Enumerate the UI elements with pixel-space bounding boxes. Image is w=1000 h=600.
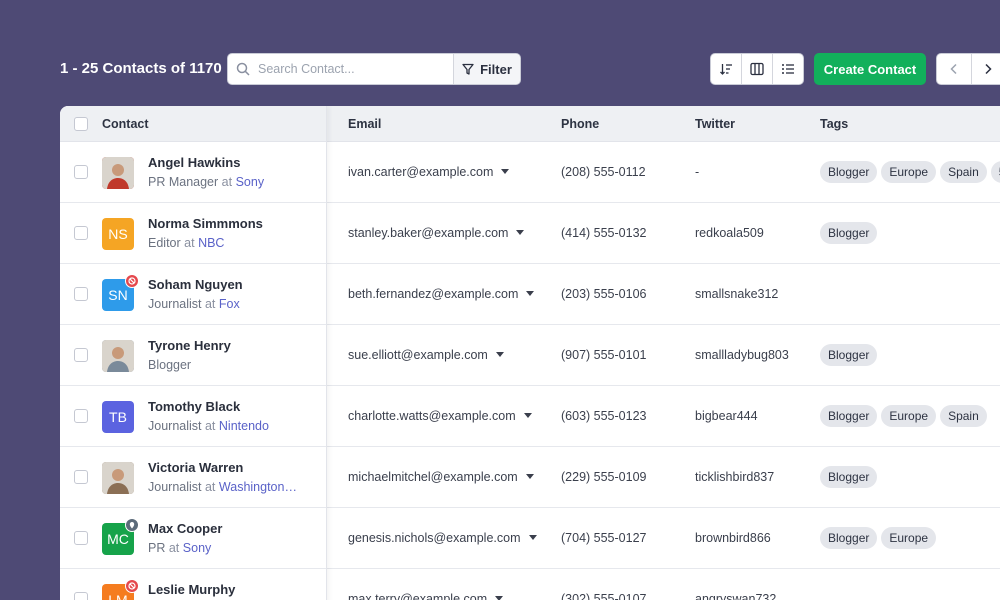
phone-cell: (229) 555-0109 [561, 470, 647, 484]
caret-down-icon[interactable] [528, 535, 537, 540]
contact-column-divider [60, 106, 327, 600]
search-icon [236, 62, 250, 76]
email-cell[interactable]: ivan.carter@example.com [348, 165, 510, 179]
phone-cell: (414) 555-0132 [561, 226, 647, 240]
twitter-cell: smallladybug803 [695, 348, 789, 362]
tags-cell: Blogger [820, 466, 878, 488]
chevron-left-icon [950, 63, 957, 75]
search-input[interactable]: Search Contact... [228, 54, 454, 84]
twitter-cell: bigbear444 [695, 409, 758, 423]
filter-icon [462, 63, 474, 75]
email-value: max.terry@example.com [348, 592, 488, 600]
search-group: Search Contact... Filter [227, 53, 521, 85]
column-header-tags[interactable]: Tags [820, 117, 848, 131]
phone-cell: (302) 555-0107 [561, 592, 647, 600]
caret-down-icon[interactable] [501, 169, 510, 174]
column-header-phone[interactable]: Phone [561, 117, 599, 131]
twitter-cell: - [695, 165, 700, 179]
tags-cell: Blogger [820, 222, 878, 244]
search-placeholder: Search Contact... [258, 62, 355, 76]
tags-cell: BloggerEuropeSpain5 [820, 161, 1000, 183]
contacts-count: 1 - 25 Contacts of 1170 [60, 60, 222, 77]
chevron-right-icon [985, 63, 992, 75]
phone-cell: (603) 555-0123 [561, 409, 647, 423]
email-cell[interactable]: max.terry@example.com [348, 592, 504, 600]
email-value: stanley.baker@example.com [348, 226, 509, 240]
email-value: ivan.carter@example.com [348, 165, 494, 179]
tag-chip[interactable]: 5 [990, 161, 1000, 183]
next-page-button[interactable] [972, 54, 1000, 84]
twitter-cell: angryswan732 [695, 592, 777, 600]
email-cell[interactable]: sue.elliott@example.com [348, 348, 504, 362]
email-value: sue.elliott@example.com [348, 348, 488, 362]
tag-chip[interactable]: Blogger [820, 344, 878, 366]
email-cell[interactable]: beth.fernandez@example.com [348, 287, 535, 301]
filter-button[interactable]: Filter [454, 54, 520, 84]
tag-chip[interactable]: Europe [881, 161, 937, 183]
tag-chip[interactable]: Spain [940, 405, 987, 427]
tags-cell: Blogger Europe [820, 527, 937, 549]
phone-cell: (704) 555-0127 [561, 531, 647, 545]
column-header-twitter[interactable]: Twitter [695, 117, 735, 131]
create-contact-button[interactable]: Create Contact [814, 53, 926, 85]
email-cell[interactable]: michaelmitchel@example.com [348, 470, 534, 484]
previous-page-button[interactable] [937, 54, 972, 84]
twitter-cell: ticklishbird837 [695, 470, 775, 484]
phone-cell: (208) 555-0112 [561, 165, 646, 179]
tag-chip[interactable]: Spain [940, 161, 987, 183]
phone-cell: (907) 555-0101 [561, 348, 647, 362]
caret-down-icon[interactable] [523, 413, 532, 418]
email-value: genesis.nichols@example.com [348, 531, 521, 545]
caret-down-icon[interactable] [525, 474, 534, 479]
columns-icon [750, 62, 764, 76]
tag-chip[interactable]: Blogger [820, 161, 878, 183]
tag-chip[interactable]: Blogger [820, 405, 878, 427]
contacts-table: Contact Email Phone Twitter Tags Angel H… [60, 106, 1000, 600]
column-header-email[interactable]: Email [348, 117, 381, 131]
caret-down-icon[interactable] [495, 596, 504, 600]
tags-cell: Blogger [820, 344, 878, 366]
sort-button[interactable] [711, 54, 742, 84]
email-value: beth.fernandez@example.com [348, 287, 519, 301]
twitter-cell: brownbird866 [695, 531, 771, 545]
tag-chip[interactable]: Europe [881, 527, 937, 549]
tags-cell: Blogger Europe Spain [820, 405, 987, 427]
caret-down-icon[interactable] [495, 352, 504, 357]
caret-down-icon[interactable] [516, 230, 525, 235]
twitter-cell: smallsnake312 [695, 287, 779, 301]
sort-icon [720, 64, 732, 75]
list-icon [782, 64, 794, 74]
tag-chip[interactable]: Blogger [820, 222, 878, 244]
list-view-button[interactable] [773, 54, 803, 84]
email-cell[interactable]: genesis.nichols@example.com [348, 531, 537, 545]
email-cell[interactable]: stanley.baker@example.com [348, 226, 525, 240]
filter-label: Filter [480, 61, 512, 77]
view-options [710, 53, 804, 85]
tag-chip[interactable]: Blogger [820, 527, 878, 549]
toolbar: 1 - 25 Contacts of 1170 Search Contact..… [60, 53, 1000, 85]
email-cell[interactable]: charlotte.watts@example.com [348, 409, 532, 423]
pagination [936, 53, 1000, 85]
tag-chip[interactable]: Europe [881, 405, 937, 427]
columns-button[interactable] [742, 54, 773, 84]
email-value: michaelmitchel@example.com [348, 470, 518, 484]
tag-chip[interactable]: Blogger [820, 466, 878, 488]
phone-cell: (203) 555-0106 [561, 287, 647, 301]
email-value: charlotte.watts@example.com [348, 409, 516, 423]
twitter-cell: redkoala509 [695, 226, 764, 240]
caret-down-icon[interactable] [526, 291, 535, 296]
